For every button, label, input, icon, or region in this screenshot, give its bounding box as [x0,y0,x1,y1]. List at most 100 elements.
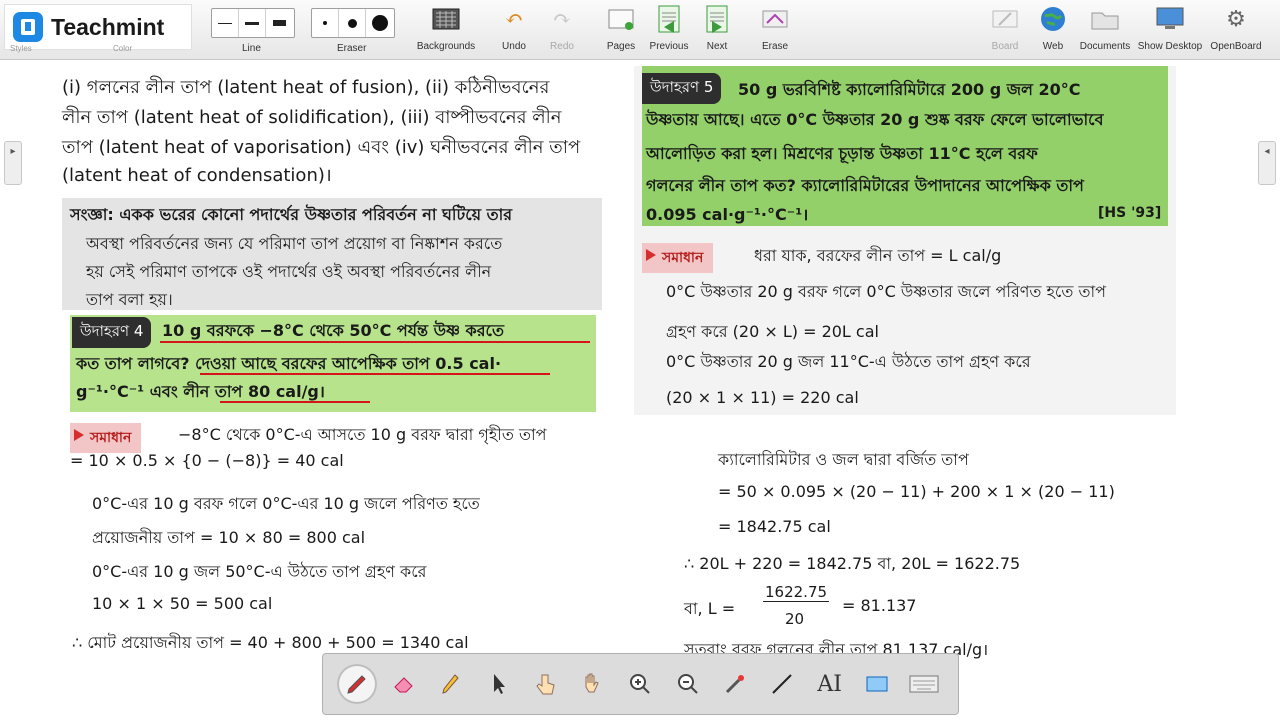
line-thick-button[interactable] [266,9,293,37]
solution-tag: সমাধান [70,423,142,453]
redo-button[interactable]: ↷ Redo [547,4,577,56]
fraction-lead: বা, L = [684,599,736,618]
ink-underline [200,373,550,375]
capture-tool-button[interactable] [857,664,897,704]
teachmint-logo: Teachmint [4,4,192,50]
solution-line: ∴ 20L + 220 = 1842.75 বা, 20L = 1622.75 [684,554,1021,573]
text-tool-button[interactable]: AI [810,664,850,704]
solution-line: = 1842.75 cal [718,517,831,536]
line-icon [772,674,793,694]
teachmint-logo-icon [13,12,43,42]
show-desktop-button[interactable]: Show Desktop [1138,4,1202,56]
add-page-icon [606,4,636,34]
definition-line: সংজ্ঞা: একক ভরের কোনো পদার্থের উষ্ণতার প… [70,205,513,224]
eraser-medium-button[interactable] [339,9,366,37]
styles-label: Styles [10,44,32,53]
solution-tag: সমাধান [642,243,714,273]
eraser-tool-button[interactable] [384,664,424,704]
solution-line: 0°C-এর 10 g জল 50°C-এ উঠতে তাপ গ্রহণ করে [92,562,427,581]
solution-line: ক্যালোরিমিটার ও জল দ্বারা বর্জিত তাপ [718,450,969,469]
eraser-width-group [311,8,395,38]
backgrounds-button[interactable]: Backgrounds [416,4,476,56]
line-tool-button[interactable] [762,664,802,704]
right-panel-toggle[interactable]: ◂ [1258,141,1276,185]
solution-line: = 50 × 0.095 × (20 − 11) + 200 × 1 × (20… [718,482,1115,501]
pen-toolbar: AI [322,653,959,715]
laser-icon [725,675,745,694]
undo-button[interactable]: ↶ Undo [499,4,529,56]
pointer-icon [493,674,505,694]
zoom-out-icon [677,674,698,694]
solution-line: ধরা যাক, বরফের লীন তাপ = L cal/g [754,246,1002,265]
solution-line: 0°C উষ্ণতার 20 g জল 11°C-এ উঠতে তাপ গ্রহ… [666,352,1031,371]
text-line: (i) গলনের লীন তাপ (latent heat of fusion… [62,77,550,98]
color-label: Color [113,44,133,53]
board-canvas[interactable]: ▸ ◂ (i) গলনের লীন তাপ (latent heat of fu… [0,61,1280,720]
ink-underline [160,341,590,343]
solution-line: 0°C-এর 10 g বরফ গলে 0°C-এর 10 g জলে পরিণ… [92,494,480,513]
pages-button[interactable]: Pages [605,4,637,56]
erase-page-icon [760,4,790,34]
solution-line: গ্রহণ করে (20 × L) = 20L cal [666,322,879,341]
line-thick-icon [273,20,286,26]
eraser-large-icon [371,15,388,31]
example-line: 0.095 cal·g⁻¹·°C⁻¹। [646,205,809,224]
eraser-small-icon [323,21,327,25]
interact-tool-button[interactable] [526,664,566,704]
pen-icon [346,675,366,694]
select-tool-button[interactable] [479,664,519,704]
definition-line: তাপ বলা হয়। [86,290,173,309]
example-line: গলনের লীন তাপ কত? ক্যালোরিমিটারের উপাদান… [646,176,1084,195]
previous-page-button[interactable]: Previous [648,4,690,56]
solution-line: = 10 × 0.5 × {0 − (−8)} = 40 cal [70,451,344,470]
example-line: আলোড়িত করা হল। মিশ্রণের চূড়ান্ত উষ্ণতা… [646,144,1038,163]
globe-icon [1038,4,1068,34]
example-4-tag: উদাহরণ 4 [72,317,152,348]
laser-tool-button[interactable] [715,664,755,704]
board-button[interactable]: Board [990,4,1020,56]
zoom-in-icon [630,674,651,694]
next-page-icon [702,4,732,34]
hand-point-icon [536,674,555,695]
eraser-large-button[interactable] [366,9,393,37]
eraser-small-button[interactable] [312,9,339,37]
definition-line: অবস্থা পরিবর্তনের জন্য যে পরিমাণ তাপ প্র… [86,234,503,253]
erase-page-button[interactable]: Erase [760,4,790,56]
next-page-button[interactable]: Next [702,4,732,56]
documents-button[interactable]: Documents [1080,4,1130,56]
solution-line: প্রয়োজনীয় তাপ = 10 × 80 = 800 cal [92,528,366,547]
desktop-icon [1155,4,1185,34]
keyboard-button[interactable] [904,664,944,704]
chevron-left-icon: ◂ [1264,146,1270,157]
exam-reference: [HS '93] [1098,205,1162,221]
board-icon [990,4,1020,34]
undo-icon: ↶ [504,6,524,32]
highlighter-tool-button[interactable] [431,664,471,704]
line-medium-icon [245,21,259,25]
highlighter-icon [442,674,459,694]
text-line: তাপ (latent heat of vaporisation) এবং (i… [62,137,581,158]
hand-tool-button[interactable] [573,664,613,704]
previous-page-icon [654,4,684,34]
fraction-result: = 81.137 [842,596,917,615]
solution-line: 10 × 1 × 50 = 500 cal [92,594,273,613]
line-thin-icon [218,22,232,24]
web-button[interactable]: Web [1038,4,1068,56]
redo-icon: ↷ [552,6,572,32]
backgrounds-icon [431,4,461,34]
line-thin-button[interactable] [212,9,239,37]
definition-line: হয় সেই পরিমাণ তাপকে ওই পদার্থের ওই অবস্… [86,262,492,281]
example-line: 50 g ভরবিশিষ্ট ক্যালোরিমিটারে 200 g জল 2… [738,80,1081,99]
fraction-numerator: 1622.75 [763,583,830,602]
left-panel-toggle[interactable]: ▸ [4,141,22,185]
solution-line: 0°C উষ্ণতার 20 g বরফ গলে 0°C উষ্ণতার জলে… [666,282,1106,301]
zoom-out-button[interactable] [668,664,708,704]
pen-tool-button[interactable] [336,664,377,704]
line-label: Line [242,43,261,54]
ink-underline [220,401,370,403]
zoom-in-button[interactable] [620,664,660,704]
openboard-button[interactable]: ⚙ OpenBoard [1210,4,1262,56]
top-toolbar: Teachmint Styles Color Line Eraser Backg… [0,0,1280,60]
line-medium-button[interactable] [239,9,266,37]
text-line: (latent heat of condensation)। [62,165,332,186]
